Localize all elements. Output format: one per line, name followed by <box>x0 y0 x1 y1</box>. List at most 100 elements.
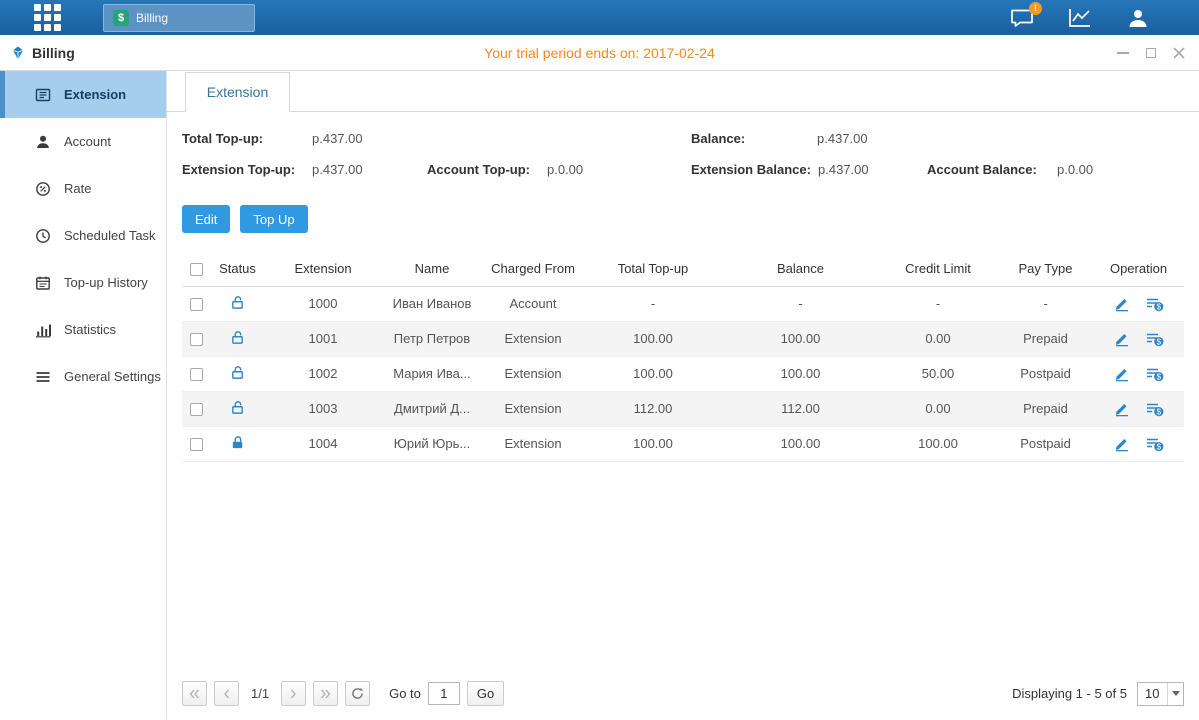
row-checkbox[interactable] <box>190 403 203 416</box>
svg-text:$: $ <box>1156 337 1161 346</box>
last-page-button[interactable] <box>313 681 338 706</box>
unlocked-icon <box>230 330 245 345</box>
sidebar-item-label: Top-up History <box>64 275 148 290</box>
header-balance: Balance <box>723 251 878 286</box>
cell-total-topup: 100.00 <box>583 321 723 356</box>
sidebar-item-general-settings[interactable]: General Settings <box>0 353 166 400</box>
cell-extension: 1002 <box>265 356 381 391</box>
balance-label: Balance: <box>691 131 745 146</box>
cell-charged-from: Extension <box>483 391 583 426</box>
window-title: Billing <box>32 45 75 61</box>
topup-icon[interactable]: $ <box>1146 296 1164 312</box>
system-topbar: $ Billing ! <box>0 0 1199 35</box>
svg-text:$: $ <box>1156 302 1161 311</box>
account-balance-value: p.0.00 <box>1057 162 1093 177</box>
topup-icon[interactable]: $ <box>1146 401 1164 417</box>
row-checkbox[interactable] <box>190 368 203 381</box>
header-pay-type: Pay Type <box>998 251 1093 286</box>
edit-icon[interactable] <box>1114 296 1130 312</box>
user-account-icon[interactable] <box>1125 7 1151 29</box>
statistics-chart-icon[interactable] <box>1067 7 1093 29</box>
sidebar-item-account[interactable]: Account <box>0 118 166 165</box>
cell-extension: 1003 <box>265 391 381 426</box>
topup-icon[interactable]: $ <box>1146 436 1164 452</box>
tab-strip: Extension <box>167 71 1199 112</box>
rate-icon <box>35 181 51 197</box>
cell-credit-limit: - <box>878 286 998 321</box>
go-button[interactable]: Go <box>467 681 504 706</box>
row-checkbox[interactable] <box>190 438 203 451</box>
edit-icon[interactable] <box>1114 366 1130 382</box>
top-up-button[interactable]: Top Up <box>240 205 307 233</box>
sidebar-item-rate[interactable]: Rate <box>0 165 166 212</box>
trial-period-notice: Your trial period ends on: 2017-02-24 <box>0 45 1199 61</box>
sidebar-item-label: Account <box>64 134 111 149</box>
account-topup-value: p.0.00 <box>547 162 583 177</box>
pagination-bar: 1/1 Go to Go Displaying 1 - 5 of 5 10 <box>167 681 1199 719</box>
notification-badge: ! <box>1029 2 1042 15</box>
edit-icon[interactable] <box>1114 331 1130 347</box>
sidebar-item-extension[interactable]: Extension <box>0 71 166 118</box>
maximize-icon[interactable] <box>1144 46 1157 59</box>
row-checkbox[interactable] <box>190 333 203 346</box>
edit-icon[interactable] <box>1114 436 1130 452</box>
balance-value: p.437.00 <box>817 131 868 146</box>
minimize-icon[interactable] <box>1116 46 1129 59</box>
sidebar-item-topup-history[interactable]: Top-up History <box>0 259 166 306</box>
prev-page-button[interactable] <box>214 681 239 706</box>
cell-total-topup: - <box>583 286 723 321</box>
topup-icon[interactable]: $ <box>1146 331 1164 347</box>
cell-total-topup: 100.00 <box>583 426 723 461</box>
displaying-text: Displaying 1 - 5 of 5 <box>1012 686 1127 701</box>
cell-balance: 100.00 <box>723 321 878 356</box>
cell-balance: 100.00 <box>723 356 878 391</box>
extension-topup-label: Extension Top-up: <box>182 162 295 177</box>
cell-credit-limit: 50.00 <box>878 356 998 391</box>
extension-balance-value: p.437.00 <box>818 162 869 177</box>
header-name: Name <box>381 251 483 286</box>
select-all-checkbox[interactable] <box>190 263 203 276</box>
svg-text:$: $ <box>1156 407 1161 416</box>
account-icon <box>35 134 51 150</box>
billing-app-icon <box>10 45 26 61</box>
cell-charged-from: Extension <box>483 426 583 461</box>
refresh-icon[interactable] <box>345 681 370 706</box>
topup-icon[interactable]: $ <box>1146 366 1164 382</box>
messages-icon[interactable]: ! <box>1009 7 1035 29</box>
row-checkbox[interactable] <box>190 298 203 311</box>
page-indicator: 1/1 <box>251 686 269 701</box>
edit-icon[interactable] <box>1114 401 1130 417</box>
extension-table: Status Extension Name Charged From Total… <box>182 251 1184 462</box>
next-page-button[interactable] <box>281 681 306 706</box>
header-charged-from: Charged From <box>483 251 583 286</box>
first-page-button[interactable] <box>182 681 207 706</box>
cell-extension: 1001 <box>265 321 381 356</box>
cell-credit-limit: 0.00 <box>878 391 998 426</box>
cell-balance: - <box>723 286 878 321</box>
apps-grid-icon[interactable] <box>34 4 61 31</box>
balance-summary: Total Top-up: p.437.00 Balance: p.437.00… <box>182 127 1184 189</box>
page-size-select[interactable]: 10 <box>1137 682 1184 706</box>
edit-button[interactable]: Edit <box>182 205 230 233</box>
cell-name: Иван Иванов <box>381 286 483 321</box>
sidebar-item-label: General Settings <box>64 369 161 384</box>
sidebar: Extension Account Rate Scheduled Task To… <box>0 71 167 719</box>
cell-charged-from: Account <box>483 286 583 321</box>
scheduled-task-icon <box>35 228 51 244</box>
sidebar-item-label: Rate <box>64 181 91 196</box>
table-header-row: Status Extension Name Charged From Total… <box>182 251 1184 286</box>
total-topup-value: p.437.00 <box>312 131 363 146</box>
sidebar-item-scheduled-task[interactable]: Scheduled Task <box>0 212 166 259</box>
cell-name: Мария Ива... <box>381 356 483 391</box>
sidebar-item-statistics[interactable]: Statistics <box>0 306 166 353</box>
billing-dollar-icon: $ <box>113 10 129 26</box>
cell-total-topup: 112.00 <box>583 391 723 426</box>
close-icon[interactable] <box>1172 46 1185 59</box>
chevron-down-icon <box>1167 683 1183 705</box>
taskbar-item-billing[interactable]: $ Billing <box>103 4 255 32</box>
cell-charged-from: Extension <box>483 356 583 391</box>
account-topup-label: Account Top-up: <box>427 162 530 177</box>
tab-extension[interactable]: Extension <box>185 72 290 112</box>
main-panel: Extension Total Top-up: p.437.00 Balance… <box>167 71 1199 719</box>
goto-page-input[interactable] <box>428 682 460 705</box>
